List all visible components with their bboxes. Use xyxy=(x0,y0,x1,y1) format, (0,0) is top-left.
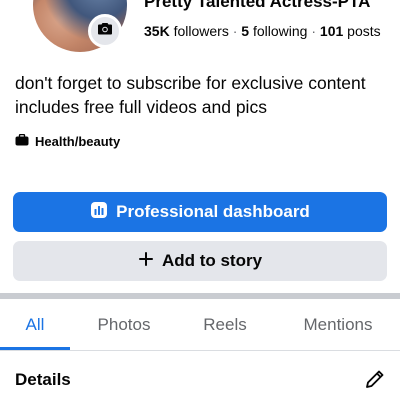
add-to-story-button[interactable]: Add to story xyxy=(13,241,387,281)
briefcase-icon xyxy=(15,133,29,149)
followers-label[interactable]: followers xyxy=(174,23,229,39)
profile-name: Pretty Talented Actress-PTA xyxy=(144,0,371,11)
plus-icon xyxy=(138,251,154,272)
profile-bio: don't forget to subscribe for exclusive … xyxy=(15,73,366,117)
tab-photos[interactable]: Photos xyxy=(80,300,168,350)
camera-icon xyxy=(97,21,113,42)
followers-count[interactable]: 35K xyxy=(144,23,170,39)
stats-separator: · xyxy=(311,23,317,39)
active-tab-indicator xyxy=(0,347,70,350)
category-label: Health/beauty xyxy=(35,134,121,149)
add-to-story-label: Add to story xyxy=(161,251,263,270)
profile-tabs: All Photos Reels Mentions xyxy=(0,300,400,351)
tab-reels[interactable]: Reels xyxy=(185,300,265,350)
posts-count: 101 xyxy=(319,23,344,39)
change-photo-button[interactable] xyxy=(88,14,122,48)
profile-category: Health/beauty xyxy=(15,133,121,149)
profile-stats: 35K followers · 5 following · 101 posts xyxy=(144,22,381,40)
section-divider xyxy=(0,293,400,299)
bar-chart-icon xyxy=(90,201,108,224)
posts-label: posts xyxy=(347,23,381,39)
profile-avatar-container[interactable] xyxy=(33,0,127,52)
tab-all[interactable]: All xyxy=(0,300,70,350)
pencil-icon[interactable] xyxy=(363,367,387,391)
tab-mentions[interactable]: Mentions xyxy=(283,300,393,350)
details-heading: Details xyxy=(15,370,71,389)
following-count[interactable]: 5 xyxy=(241,23,249,39)
stats-separator: · xyxy=(232,23,238,39)
following-label[interactable]: following xyxy=(253,23,307,39)
professional-dashboard-label: Professional dashboard xyxy=(116,202,310,221)
professional-dashboard-button[interactable]: Professional dashboard xyxy=(13,192,387,232)
